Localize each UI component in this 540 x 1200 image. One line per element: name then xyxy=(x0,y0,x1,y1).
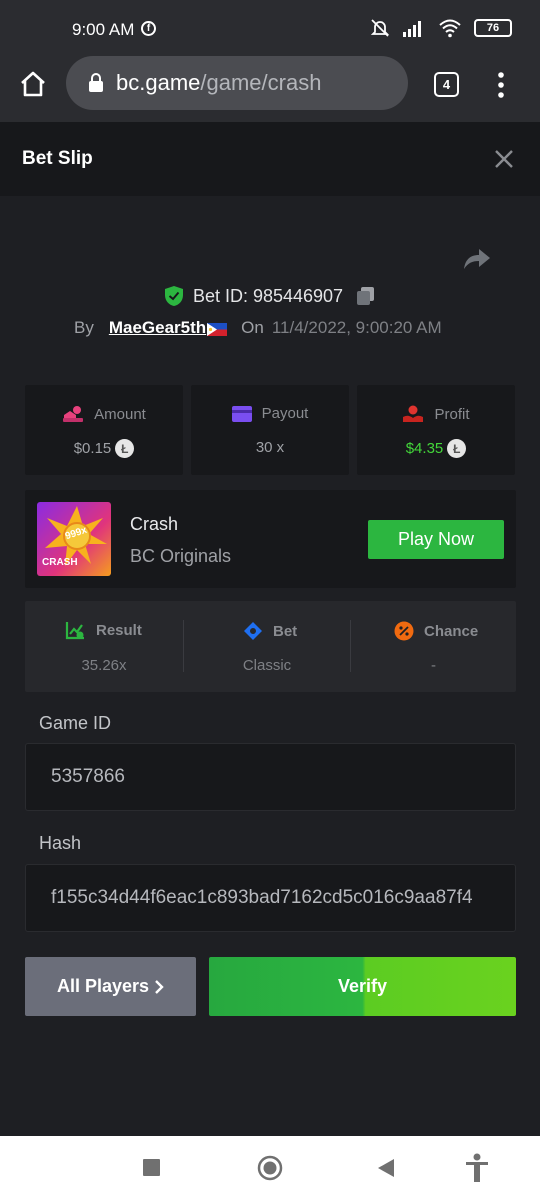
menu-dots-icon[interactable] xyxy=(496,72,506,98)
chance-label: Chance xyxy=(424,622,479,640)
game-id-label: Game ID xyxy=(39,713,112,733)
by-label: By xyxy=(74,318,94,337)
payout-label: Payout xyxy=(261,405,309,422)
bet-timestamp: 11/4/2022, 9:00:20 AM xyxy=(271,318,442,337)
bet-slip-header: Bet Slip xyxy=(0,122,540,196)
bet-meta-row: By MaeGear5th On 11/4/2022, 9:00:20 AM xyxy=(74,318,442,338)
bet-id-row: Bet ID: 985446907 xyxy=(0,285,540,307)
play-now-button[interactable]: Play Now xyxy=(368,520,504,559)
result-label: Result xyxy=(96,622,142,639)
mute-icon xyxy=(370,19,390,37)
game-name: Crash xyxy=(130,514,179,534)
amount-icon xyxy=(63,406,84,422)
bet-value: Classic xyxy=(242,657,292,674)
bet-id: Bet ID: 985446907 xyxy=(192,285,344,306)
share-icon[interactable] xyxy=(463,247,491,271)
chevron-right-icon xyxy=(155,979,164,994)
crash-game-thumbnail[interactable]: 999x CRASH xyxy=(37,502,111,576)
profit-icon xyxy=(403,405,424,422)
litecoin-icon: Ł xyxy=(447,439,467,458)
hash-field[interactable]: f155c34d44f6eac1c893bad7162cd5c016c9aa87… xyxy=(25,864,516,932)
status-time: 9:00 AM xyxy=(72,20,135,39)
accessibility-icon[interactable] xyxy=(465,1153,489,1183)
copy-icon[interactable] xyxy=(356,286,376,306)
profit-label: Profit xyxy=(434,405,470,423)
chance-value: - xyxy=(431,657,436,674)
result-chart-icon xyxy=(65,622,84,640)
on-label: On xyxy=(241,318,264,337)
page-title: Bet Slip xyxy=(22,148,93,169)
hash-label: Hash xyxy=(39,833,82,853)
bet-tag-icon xyxy=(244,622,262,640)
lock-icon xyxy=(89,73,103,92)
profit-card: Profit $4.35 Ł xyxy=(357,385,515,475)
verify-button[interactable]: Verify xyxy=(209,957,516,1016)
amount-value: $0.15 xyxy=(73,440,112,457)
litecoin-icon: Ł xyxy=(115,439,135,458)
verified-shield-icon xyxy=(164,286,183,306)
result-value: 35.26x xyxy=(81,657,127,674)
home-icon[interactable] xyxy=(19,70,47,98)
username-link[interactable]: MaeGear5th xyxy=(109,318,206,338)
all-players-label: All Players xyxy=(56,976,150,996)
url-bar[interactable]: bc.game/game/crash xyxy=(66,56,408,110)
payout-card-icon xyxy=(231,405,252,422)
amount-label: Amount xyxy=(94,405,146,423)
game-id-field[interactable]: 5357866 xyxy=(25,743,516,811)
android-nav-bar xyxy=(0,1136,540,1200)
browser-toolbar: bc.game/game/crash 4 xyxy=(0,44,540,122)
close-icon[interactable] xyxy=(492,147,516,171)
bet-label: Bet xyxy=(273,622,298,640)
game-provider: BC Originals xyxy=(130,546,232,566)
payout-value: 30 x xyxy=(255,439,285,456)
philippines-flag-icon xyxy=(207,322,228,336)
chance-percent-icon xyxy=(394,621,414,641)
game-card: 999x CRASH Crash BC Originals Play Now xyxy=(25,490,516,588)
payout-card: Payout 30 x xyxy=(191,385,349,475)
profit-value: $4.35 xyxy=(405,440,444,457)
amount-card: Amount $0.15 Ł xyxy=(25,385,183,475)
all-players-button[interactable]: All Players xyxy=(25,957,196,1016)
back-icon[interactable] xyxy=(377,1158,395,1178)
facebook-notification-icon: f xyxy=(141,21,156,36)
signal-icon xyxy=(403,21,421,37)
thumb-label: CRASH xyxy=(42,557,78,568)
battery-icon: 76 xyxy=(474,19,512,37)
result-card: Result Bet Chance 35.26x Classic - xyxy=(25,601,516,692)
recents-icon[interactable] xyxy=(143,1159,160,1176)
tab-switcher-button[interactable]: 4 xyxy=(434,72,459,97)
url-host: bc.game xyxy=(116,70,201,95)
wifi-icon xyxy=(439,19,461,38)
home-circle-icon[interactable] xyxy=(257,1155,283,1181)
url-path: /game/crash xyxy=(200,70,322,95)
